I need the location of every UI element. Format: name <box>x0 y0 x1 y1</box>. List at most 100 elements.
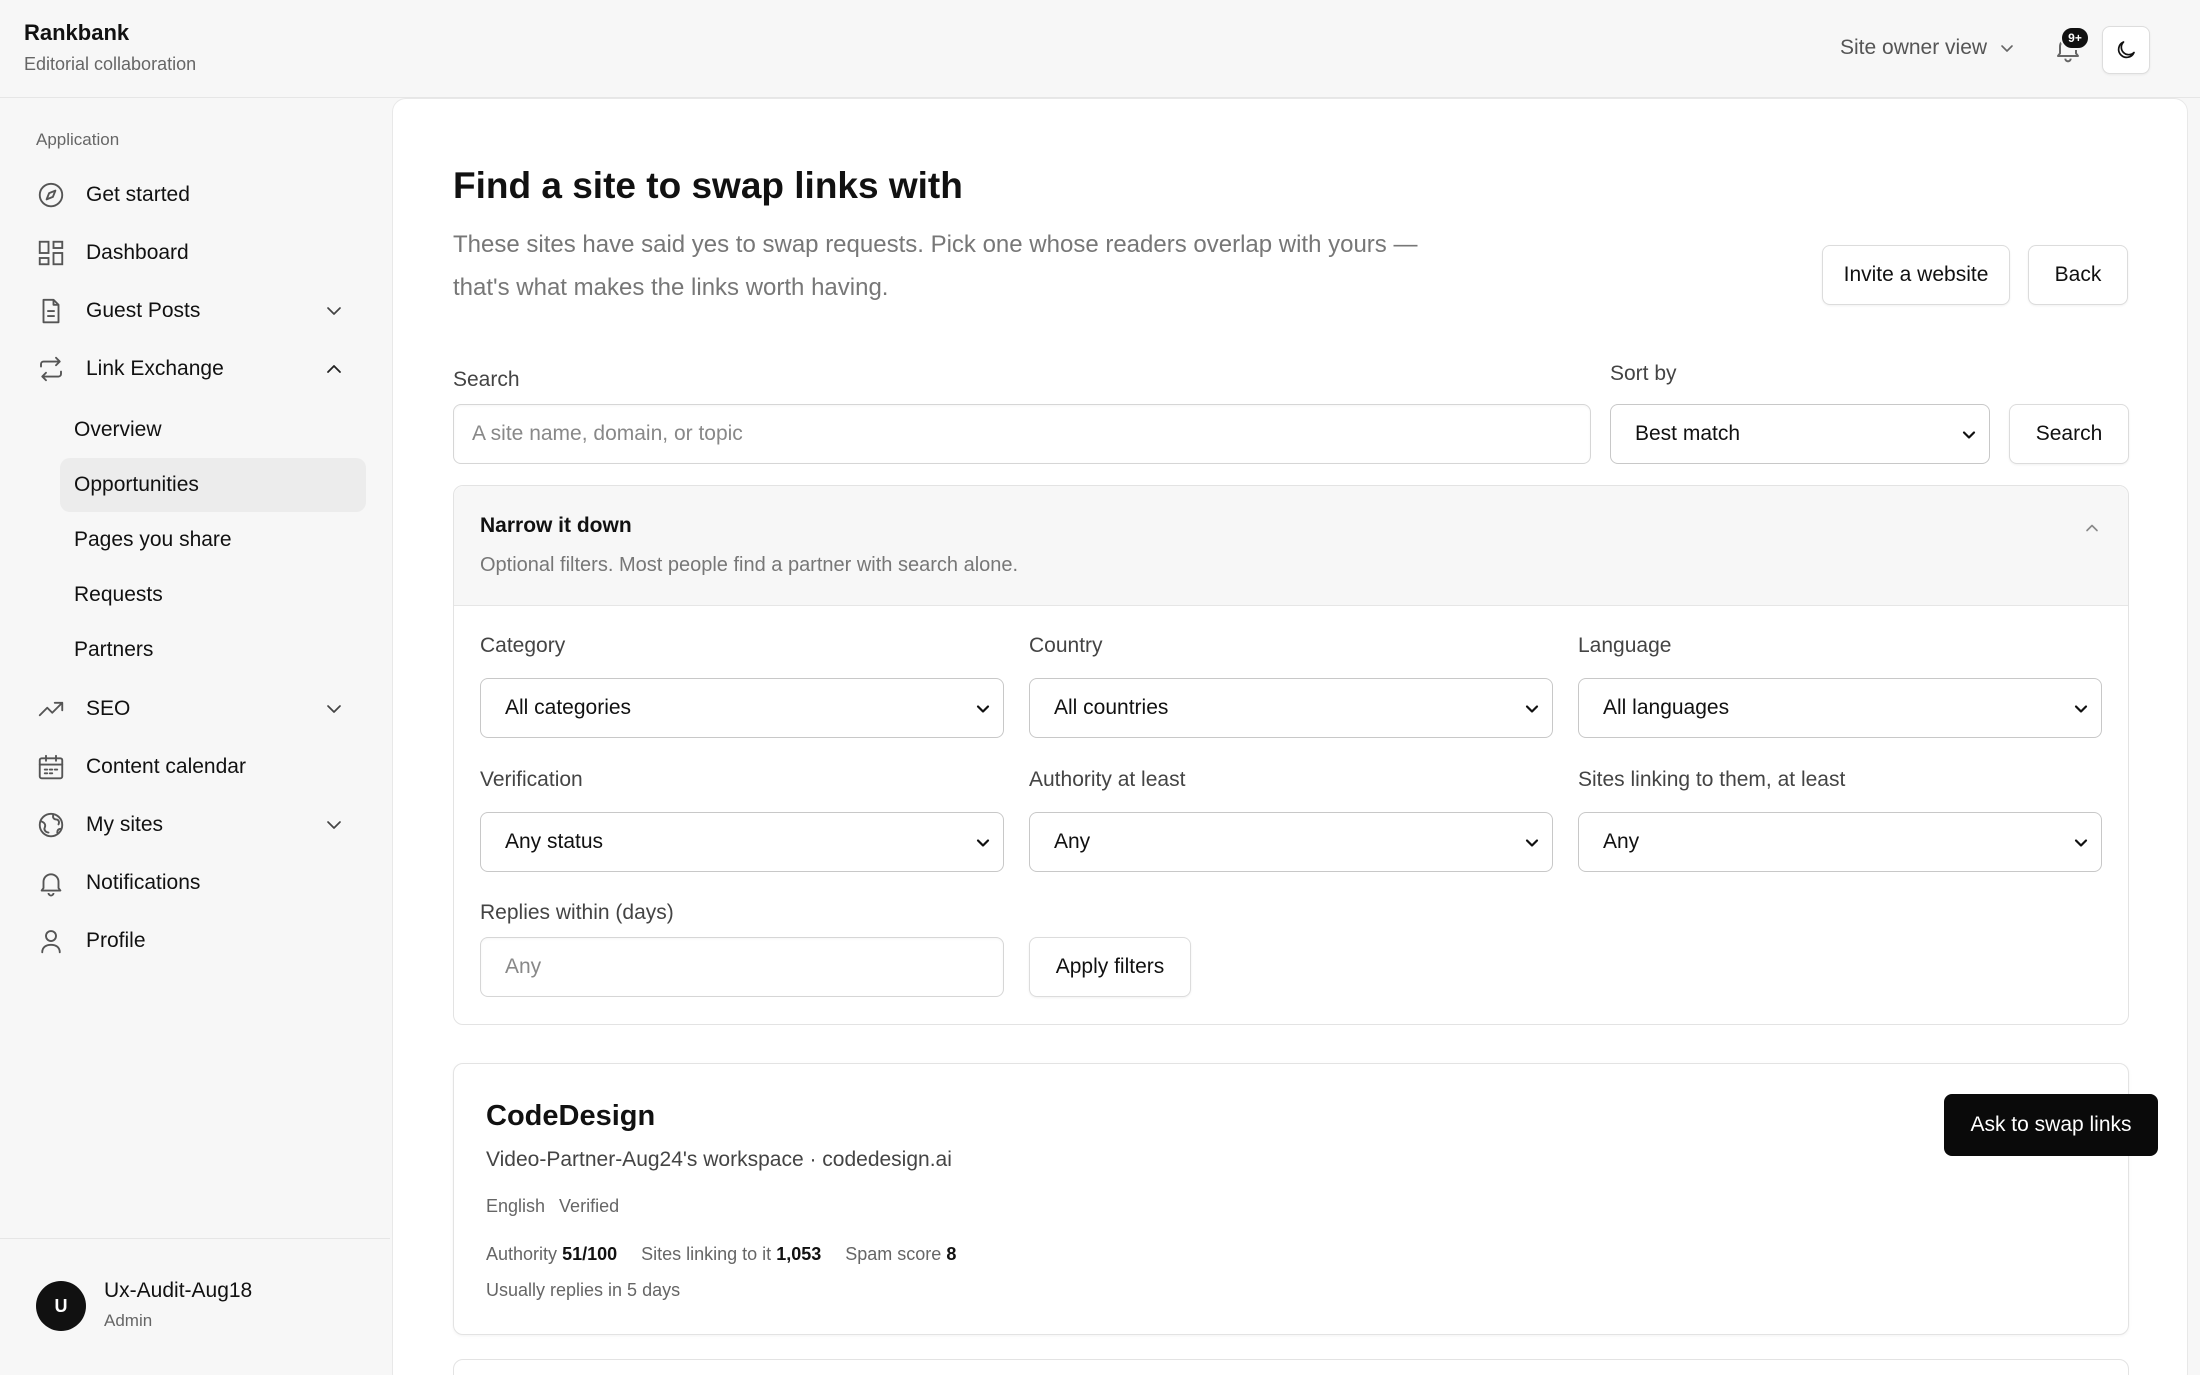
chevron-down-icon <box>1999 40 2015 56</box>
spam-stat: Spam score 8 <box>845 1244 956 1265</box>
linking-select[interactable]: Any <box>1578 812 2102 872</box>
sort-select-value: Best match <box>1635 422 1741 445</box>
replies-input[interactable]: Any <box>480 937 1004 997</box>
filters-header[interactable]: Narrow it down Optional filters. Most pe… <box>454 486 2128 606</box>
swap-icon <box>36 354 66 384</box>
filters-title: Narrow it down <box>480 514 632 537</box>
view-switcher[interactable]: Site owner view <box>1840 36 2015 60</box>
globe-icon <box>36 810 66 840</box>
verification-label: Verification <box>480 768 583 791</box>
site-name[interactable]: CodeDesign <box>486 1100 655 1133</box>
sidebar-item-label: Guest Posts <box>86 299 201 322</box>
result-card <box>453 1359 2129 1375</box>
top-bar: Rankbank Editorial collaboration Site ow… <box>0 0 2200 98</box>
search-button[interactable]: Search <box>2009 404 2129 464</box>
sidebar-item-label: Dashboard <box>86 241 189 264</box>
sidebar-item-guest-posts[interactable]: Guest Posts <box>36 287 354 335</box>
verified-tag: Verified <box>559 1196 620 1216</box>
bell-icon <box>36 868 66 898</box>
chevron-down-icon <box>975 835 991 851</box>
sort-label: Sort by <box>1610 362 1677 385</box>
linking-stat-label: Sites linking to it <box>641 1244 772 1264</box>
invite-website-button[interactable]: Invite a website <box>1822 245 2010 305</box>
sidebar-item-my-sites[interactable]: My sites <box>36 801 354 849</box>
linking-select-value: Any <box>1603 830 1640 853</box>
document-icon <box>36 296 66 326</box>
country-select[interactable]: All countries <box>1029 678 1553 738</box>
avatar: U <box>36 1281 86 1331</box>
sidebar-section-label: Application <box>36 130 120 149</box>
replies-label: Replies within (days) <box>480 901 674 924</box>
chevron-up-icon <box>324 359 344 379</box>
sidebar-item-content-calendar[interactable]: Content calendar <box>36 743 354 791</box>
trending-up-icon <box>36 694 66 724</box>
chevron-up-icon[interactable] <box>2082 518 2102 538</box>
chevron-down-icon <box>1961 427 1977 443</box>
brand[interactable]: Rankbank Editorial collaboration <box>24 20 196 75</box>
authority-select-value: Any <box>1054 830 1091 853</box>
authority-select[interactable]: Any <box>1029 812 1553 872</box>
language-label: Language <box>1578 634 1672 657</box>
search-input[interactable]: A site name, domain, or topic <box>453 404 1591 464</box>
search-label: Search <box>453 368 520 391</box>
category-label: Category <box>480 634 566 657</box>
verification-select[interactable]: Any status <box>480 812 1004 872</box>
user-name: Ux-Audit-Aug18 <box>104 1279 253 1302</box>
linking-label: Sites linking to them, at least <box>1578 768 1846 791</box>
sidebar-item-label: Link Exchange <box>86 357 224 380</box>
category-select-value: All categories <box>505 696 632 719</box>
sidebar-item-get-started[interactable]: Get started <box>36 171 354 219</box>
sidebar-item-dashboard[interactable]: Dashboard <box>36 229 354 277</box>
sidebar-item-label: Get started <box>86 183 190 206</box>
chevron-down-icon <box>324 301 344 321</box>
back-button[interactable]: Back <box>2028 245 2128 305</box>
site-tags: English Verified <box>486 1196 619 1217</box>
chevron-down-icon <box>975 701 991 717</box>
sidebar-item-link-exchange[interactable]: Link Exchange <box>36 345 354 393</box>
calendar-icon <box>36 752 66 782</box>
site-stats: Authority 51/100 Sites linking to it 1,0… <box>486 1244 956 1265</box>
notification-badge: 9+ <box>2060 26 2090 50</box>
sidebar-subitem-opportunities[interactable]: Opportunities <box>60 458 366 512</box>
language-select[interactable]: All languages <box>1578 678 2102 738</box>
main-panel: Find a site to swap links with These sit… <box>392 98 2188 1375</box>
compass-icon <box>36 180 66 210</box>
sidebar-subitem-requests[interactable]: Requests <box>60 568 366 622</box>
verification-select-value: Any status <box>505 830 604 853</box>
authority-stat-label: Authority <box>486 1244 558 1264</box>
page-description: These sites have said yes to swap reques… <box>453 231 1418 301</box>
sidebar-item-seo[interactable]: SEO <box>36 685 354 733</box>
spam-stat-value: 8 <box>946 1244 957 1264</box>
apply-filters-button[interactable]: Apply filters <box>1029 937 1191 997</box>
chevron-down-icon <box>1524 701 1540 717</box>
chevron-down-icon <box>324 815 344 835</box>
reply-time: Usually replies in 5 days <box>486 1280 681 1300</box>
sidebar-item-profile[interactable]: Profile <box>36 917 354 965</box>
result-card: CodeDesign Video-Partner-Aug24's workspa… <box>453 1063 2158 1335</box>
category-select[interactable]: All categories <box>480 678 1004 738</box>
user-role: Admin <box>104 1311 153 1330</box>
sidebar-item-label: Content calendar <box>86 755 246 778</box>
sidebar-subitem-pages-you-share[interactable]: Pages you share <box>60 513 366 567</box>
authority-stat-value: 51/100 <box>562 1244 618 1264</box>
ask-to-swap-button[interactable]: Ask to swap links <box>1944 1094 2158 1156</box>
sidebar-subitem-partners[interactable]: Partners <box>60 623 366 677</box>
spam-stat-label: Spam score <box>845 1244 942 1264</box>
sort-select[interactable]: Best match <box>1610 404 1990 464</box>
site-workspace: Video-Partner-Aug24's workspace · codede… <box>486 1148 952 1171</box>
chevron-down-icon <box>2073 835 2089 851</box>
sidebar-subitem-overview[interactable]: Overview <box>60 403 366 457</box>
sidebar-item-label: My sites <box>86 813 164 836</box>
authority-stat: Authority 51/100 <box>486 1244 617 1265</box>
sidebar-item-label: Notifications <box>86 871 201 894</box>
sidebar-item-notifications[interactable]: Notifications <box>36 859 354 907</box>
country-label: Country <box>1029 634 1103 657</box>
user-menu[interactable]: U Ux-Audit-Aug18 Admin <box>0 1238 390 1375</box>
language-tag: English <box>486 1196 546 1216</box>
moon-icon <box>2117 41 2135 59</box>
sidebar-item-label: Profile <box>86 929 146 952</box>
app-name: Rankbank <box>24 20 130 45</box>
language-select-value: All languages <box>1603 696 1730 719</box>
chevron-down-icon <box>2073 701 2089 717</box>
theme-toggle-button[interactable] <box>2102 26 2150 74</box>
